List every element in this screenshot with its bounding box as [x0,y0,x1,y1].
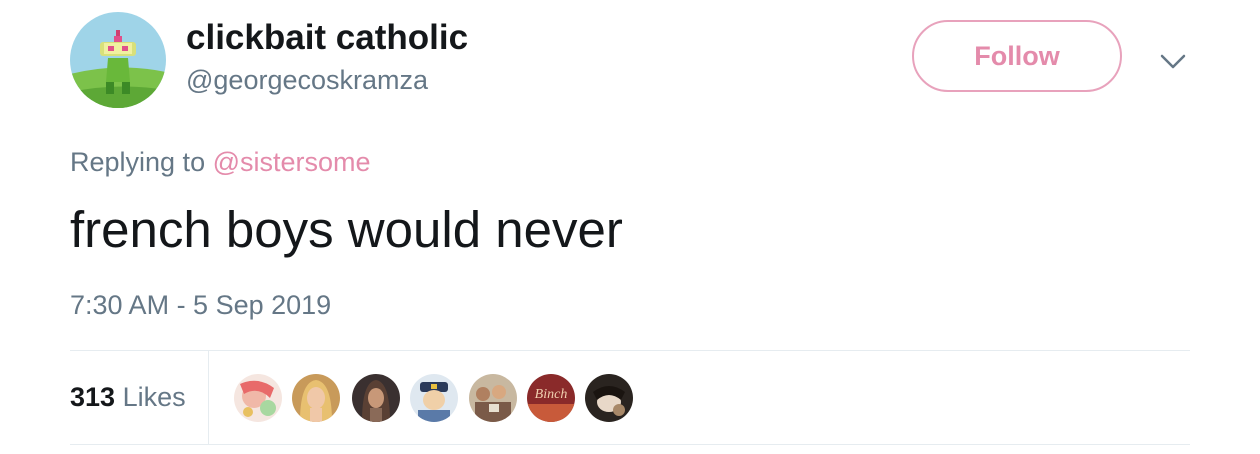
follow-button[interactable]: Follow [912,20,1122,92]
stats-divider-vertical [208,351,209,444]
liker-avatar-4[interactable] [409,373,459,423]
blonde-person-avatar-icon [292,374,340,422]
tweet-timestamp[interactable]: 7:30 AM - 5 Sep 2019 [70,287,331,323]
reply-to-handle-link[interactable]: @sistersome [213,147,371,177]
likes-count: 313 [70,382,116,412]
replying-to-prefix: Replying to [70,147,213,177]
anime-illustration-avatar-icon [234,374,282,422]
stats-divider-top [70,350,1190,351]
author-display-name[interactable]: clickbait catholic [186,16,468,60]
liker-avatar-3[interactable] [351,373,401,423]
liker-avatar-6[interactable]: Binch [526,373,576,423]
katamari-prince-avatar-icon [70,12,166,108]
more-options-button[interactable] [1156,44,1190,78]
binch-logo-text: Binch [535,387,568,402]
replying-to-line: Replying to @sistersome [70,144,371,180]
dark-haired-person-avatar-icon [352,374,400,422]
stats-divider-bottom [70,444,1190,445]
liker-avatar-2[interactable] [291,373,341,423]
liker-avatar-5[interactable] [468,373,518,423]
dark-photo-avatar-icon [585,374,633,422]
group-photo-avatar-icon [469,374,517,422]
liker-avatar-7[interactable] [584,373,634,423]
likes-label: Likes [115,382,186,412]
author-handle[interactable]: @georgecoskramza [186,62,428,98]
author-avatar[interactable] [70,12,166,108]
liker-avatar-1[interactable] [233,373,283,423]
binch-logo-avatar-icon: Binch [527,374,575,422]
likes-stat[interactable]: 313 Likes [70,379,186,415]
cartoon-officer-avatar-icon [410,374,458,422]
tweet-text: french boys would never [70,201,623,258]
chevron-down-icon [1160,54,1186,69]
